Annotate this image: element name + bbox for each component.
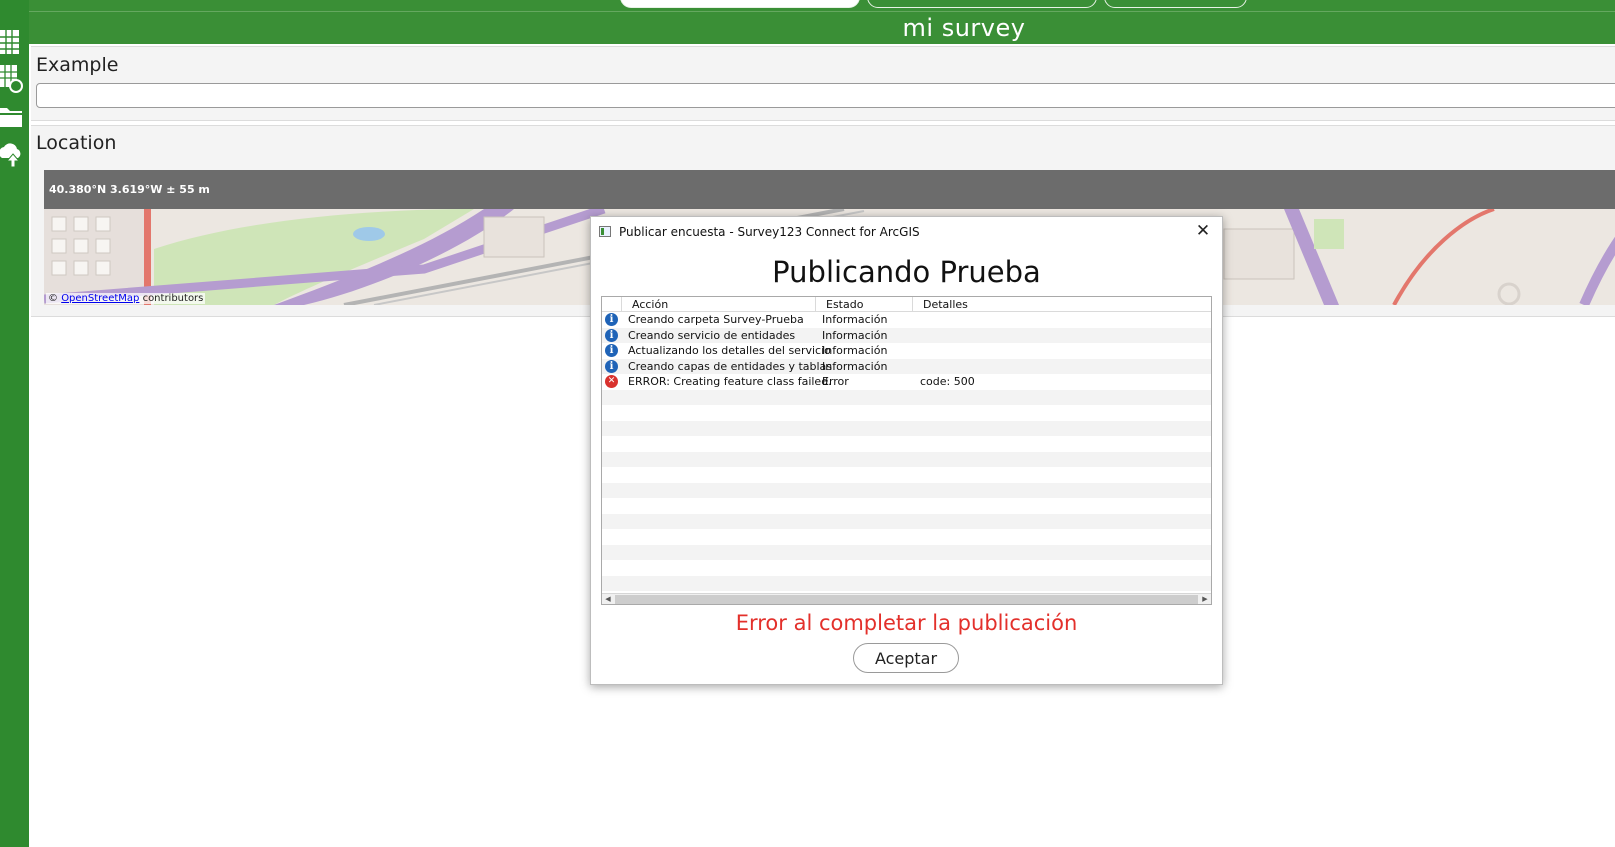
- close-icon[interactable]: ✕: [1194, 222, 1212, 240]
- attribution-suffix: contributors: [139, 293, 204, 304]
- column-header-estado[interactable]: Estado: [816, 297, 913, 311]
- table-body: i Creando carpeta Survey-Prueba Informació…: [602, 312, 1211, 591]
- row-estado: Información: [822, 328, 888, 342]
- empty-table-row: [602, 405, 1211, 421]
- empty-table-row: [602, 436, 1211, 452]
- example-text-input[interactable]: [36, 83, 1615, 108]
- coordinate-readout: 40.380°N 3.619°W ± 55 m: [49, 183, 210, 196]
- row-accion: Creando servicio de entidades: [628, 328, 796, 342]
- table-header: Acción Estado Detalles: [602, 297, 1211, 312]
- empty-table-row: [602, 420, 1211, 436]
- app-window-icon: [599, 226, 611, 237]
- table-row[interactable]: i Creando capas de entidades y tablas Info…: [602, 358, 1211, 374]
- row-accion: Actualizando los detalles del servicio: [628, 344, 831, 357]
- top-tab-3[interactable]: [1104, 0, 1247, 8]
- publish-log-table: Acción Estado Detalles i Creando carpeta …: [601, 296, 1212, 605]
- empty-table-row: [602, 529, 1211, 545]
- left-sidebar: [0, 0, 29, 847]
- row-detalles: code: 500: [920, 375, 975, 388]
- row-accion: ERROR: Creating feature class failed.: [628, 375, 832, 388]
- empty-table-row: [602, 513, 1211, 529]
- dialog-heading: Publicando Prueba: [772, 255, 1041, 289]
- spreadsheet-sync-icon[interactable]: [0, 63, 24, 93]
- publish-dialog: Publicar encuesta - Survey123 Connect fo…: [590, 216, 1223, 685]
- publish-upload-icon[interactable]: [0, 140, 24, 170]
- row-estado: Información: [822, 344, 888, 357]
- accept-button[interactable]: Aceptar: [853, 643, 959, 673]
- scroll-right-arrow-icon[interactable]: ▶: [1199, 594, 1211, 604]
- column-header-icon: [602, 297, 622, 311]
- row-estado: Información: [822, 359, 888, 373]
- empty-table-row: [602, 482, 1211, 498]
- empty-table-row: [602, 389, 1211, 405]
- info-icon: i: [605, 359, 618, 373]
- column-header-accion[interactable]: Acción: [622, 297, 816, 311]
- empty-table-row: [602, 575, 1211, 591]
- spreadsheet-icon[interactable]: [0, 27, 24, 57]
- info-icon: i: [605, 344, 618, 357]
- dialog-titlebar: Publicar encuesta - Survey123 Connect fo…: [591, 217, 1222, 247]
- scroll-left-arrow-icon[interactable]: ◀: [602, 594, 614, 604]
- row-accion: Creando capas de entidades y tablas: [628, 359, 833, 373]
- map-attribution: © OpenStreetMap contributors: [46, 293, 206, 304]
- scrollbar-thumb[interactable]: [615, 595, 1198, 604]
- top-tab-1[interactable]: [620, 0, 860, 8]
- dialog-window-title: Publicar encuesta - Survey123 Connect fo…: [619, 225, 920, 239]
- table-row[interactable]: i Creando servicio de entidades Informació…: [602, 327, 1211, 343]
- row-accion: Creando carpeta Survey-Prueba: [628, 313, 804, 326]
- empty-table-row: [602, 451, 1211, 467]
- table-row[interactable]: ✕ ERROR: Creating feature class failed. Er…: [602, 374, 1211, 390]
- empty-table-row: [602, 498, 1211, 514]
- empty-table-row: [602, 467, 1211, 483]
- table-row[interactable]: i Actualizando los detalles del servicio I…: [602, 343, 1211, 359]
- error-icon: ✕: [605, 375, 618, 388]
- horizontal-scrollbar[interactable]: ◀ ▶: [602, 593, 1211, 604]
- attribution-prefix: ©: [48, 293, 62, 304]
- example-question-card: Example: [31, 46, 1615, 121]
- top-tab-2[interactable]: [867, 0, 1097, 8]
- folder-icon[interactable]: [0, 101, 24, 131]
- empty-table-row: [602, 560, 1211, 576]
- example-label: Example: [36, 54, 119, 76]
- empty-table-row: [602, 544, 1211, 560]
- row-estado: Información: [822, 313, 888, 326]
- info-icon: i: [605, 328, 618, 342]
- openstreetmap-link[interactable]: OpenStreetMap: [61, 293, 139, 304]
- table-row[interactable]: i Creando carpeta Survey-Prueba Informació…: [602, 312, 1211, 328]
- location-label: Location: [36, 132, 117, 154]
- error-message: Error al completar la publicación: [735, 611, 1078, 635]
- coordinate-bar: 40.380°N 3.619°W ± 55 m: [44, 170, 1615, 209]
- row-estado: Error: [822, 375, 849, 388]
- info-icon: i: [605, 313, 618, 326]
- survey-title: mi survey: [902, 14, 1026, 42]
- column-header-detalles[interactable]: Detalles: [913, 297, 1211, 311]
